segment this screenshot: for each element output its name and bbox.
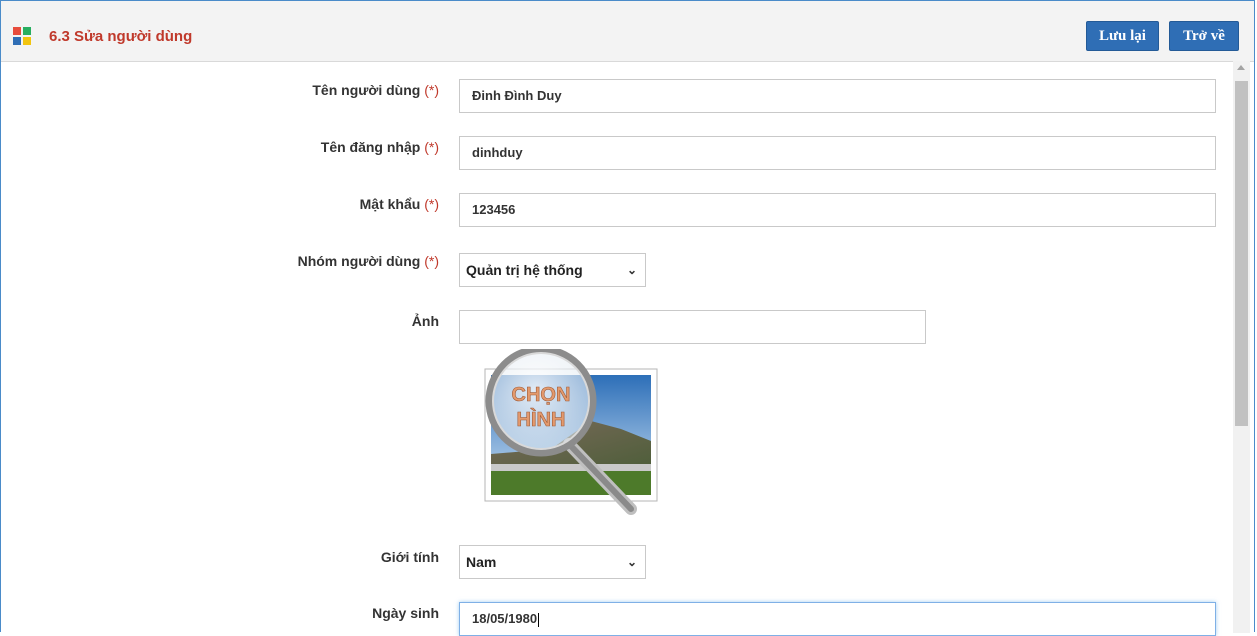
required-mark: (*) [424, 196, 439, 212]
password-label: Mật khẩu (*) [359, 196, 439, 212]
user-group-label: Nhóm người dùng (*) [297, 253, 439, 269]
choose-label-line1: CHỌN [512, 384, 571, 406]
birthdate-label: Ngày sinh [372, 605, 439, 621]
panel-header: 6.3 Sửa người dùng Lưu lại Trở về [1, 1, 1254, 62]
user-group-select[interactable]: Quản trị hệ thống ⌄ [459, 253, 646, 287]
scrollbar-thumb[interactable] [1235, 81, 1248, 426]
windows-tiles-icon [13, 27, 31, 45]
magnifier-photo-icon: CHỌN HÌNH [484, 345, 658, 515]
back-button[interactable]: Trở về [1169, 21, 1239, 51]
chevron-down-icon: ⌄ [626, 555, 637, 569]
gender-label: Giới tính [380, 549, 439, 565]
birthdate-value: 18/05/1980 [472, 611, 538, 626]
gender-selected: Nam [466, 554, 497, 570]
edit-user-panel: 6.3 Sửa người dùng Lưu lại Trở về Tên ng… [0, 0, 1255, 636]
save-button[interactable]: Lưu lại [1086, 21, 1159, 51]
page-title: 6.3 Sửa người dùng [49, 28, 193, 45]
required-mark: (*) [424, 82, 439, 98]
chevron-down-icon: ⌄ [626, 263, 637, 277]
user-group-selected: Quản trị hệ thống [466, 262, 583, 278]
gender-select[interactable]: Nam ⌄ [459, 545, 646, 579]
username-label: Tên đăng nhập (*) [320, 139, 439, 155]
password-field[interactable]: 123456 [459, 193, 1216, 227]
choose-image-button[interactable]: CHỌN HÌNH [481, 345, 661, 524]
required-mark: (*) [424, 253, 439, 269]
vertical-scrollbar[interactable] [1233, 61, 1250, 633]
choose-label-line2: HÌNH [517, 408, 566, 431]
scroll-up-arrow-icon[interactable] [1237, 65, 1245, 70]
birthdate-field[interactable]: 18/05/1980 [459, 602, 1216, 636]
text-caret [538, 612, 540, 627]
username-field[interactable]: dinhduy [459, 136, 1216, 170]
photo-label: Ảnh [411, 313, 439, 329]
full-name-label: Tên người dùng (*) [312, 82, 439, 98]
full-name-field[interactable]: Đinh Đình Duy [459, 79, 1216, 113]
required-mark: (*) [424, 139, 439, 155]
photo-field[interactable] [459, 310, 926, 344]
